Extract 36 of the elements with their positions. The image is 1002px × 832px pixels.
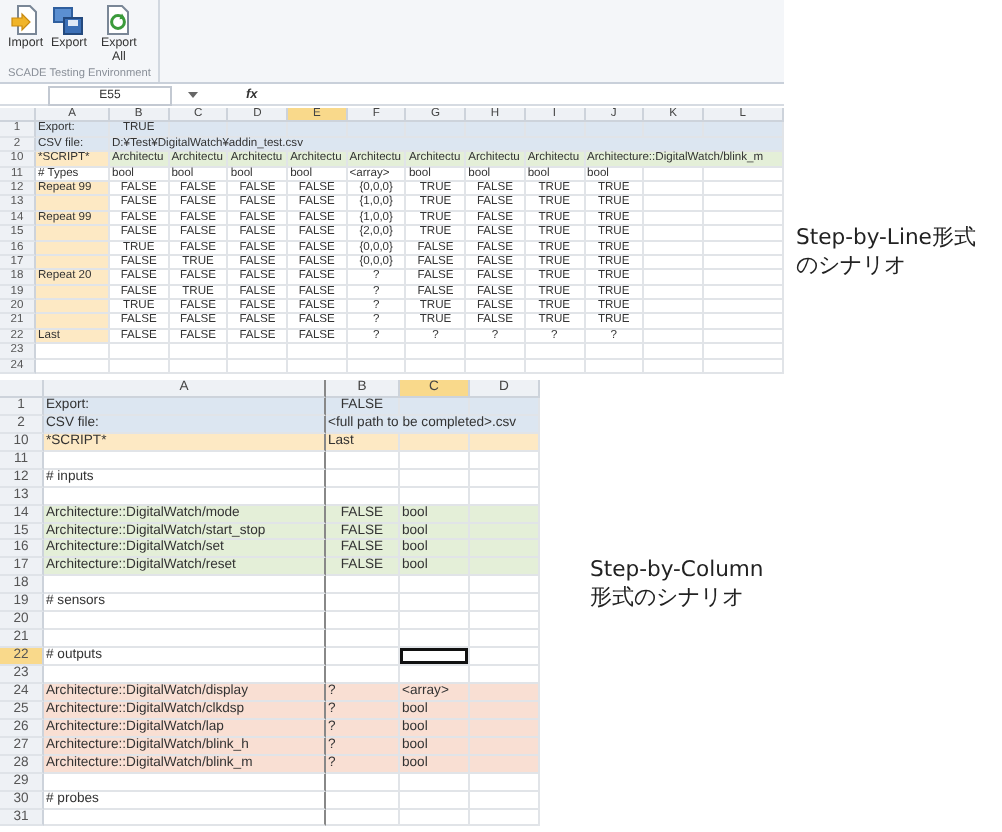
- empty-cell: [470, 451, 540, 470]
- dropdown-icon[interactable]: [188, 91, 198, 99]
- empty-cell: [326, 576, 400, 595]
- empty-cell: [400, 594, 470, 613]
- empty-cell: [326, 773, 400, 792]
- empty-cell: [326, 451, 400, 470]
- empty-cell: [470, 791, 540, 810]
- empty-cell: [326, 648, 400, 667]
- empty-cell: [470, 469, 540, 488]
- empty-cell: [326, 809, 400, 827]
- corner-cell[interactable]: [0, 380, 44, 398]
- empty-cell: [400, 773, 470, 792]
- corner-cell[interactable]: [0, 108, 36, 123]
- empty-cell: [326, 469, 400, 488]
- empty-cell: [400, 809, 470, 827]
- empty-cell: [326, 612, 400, 631]
- empty-cell: [400, 612, 470, 631]
- empty-cell: [400, 576, 470, 595]
- empty-cell: [326, 594, 400, 613]
- empty-cell: [470, 612, 540, 631]
- empty-cell: [470, 576, 540, 595]
- empty-cell: [400, 469, 470, 488]
- empty-cell: [400, 648, 470, 667]
- empty-cell: [400, 791, 470, 810]
- computer-disk-icon: [52, 4, 85, 36]
- empty-cell: [400, 630, 470, 649]
- empty-cell: [326, 791, 400, 810]
- empty-cell: [470, 809, 540, 827]
- empty-cell: [470, 773, 540, 792]
- empty-cell: [470, 594, 540, 613]
- empty-cell: [470, 648, 540, 667]
- caption-text: Step-by-Column 形式のシナリオ: [590, 556, 764, 615]
- caption-text: Step-by-Line形式 のシナリオ: [796, 224, 976, 283]
- empty-cell: [326, 630, 400, 649]
- empty-cell: [400, 451, 470, 470]
- empty-cell: [470, 630, 540, 649]
